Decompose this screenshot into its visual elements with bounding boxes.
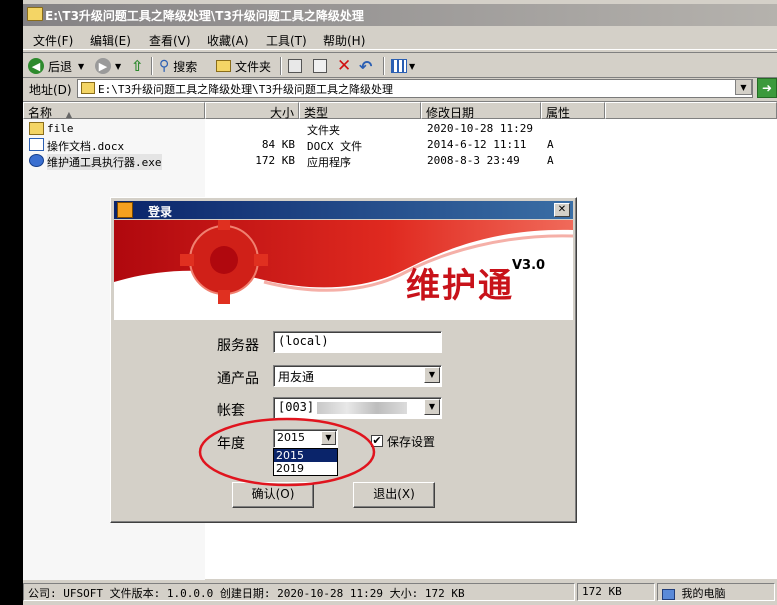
red-highlight-circle [198, 417, 376, 487]
annotation-layer [198, 417, 376, 487]
